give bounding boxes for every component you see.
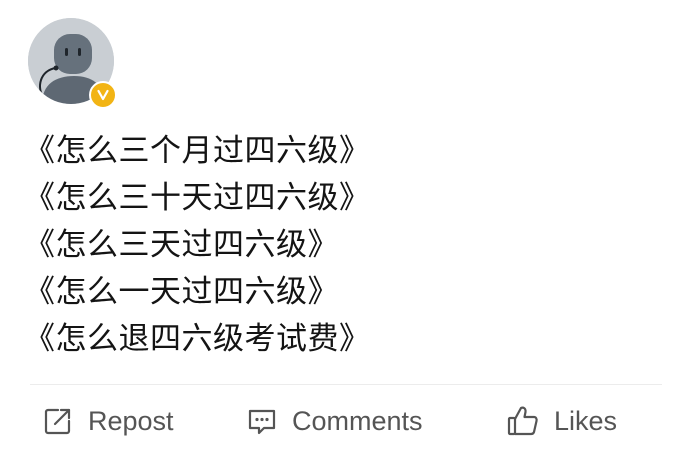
verified-v-icon bbox=[97, 89, 109, 101]
divider bbox=[30, 384, 662, 385]
avatar[interactable] bbox=[28, 18, 117, 109]
likes-label: Likes bbox=[554, 405, 618, 436]
post-line: 《怎么一天过四六级》 bbox=[24, 274, 339, 310]
post-line: 《怎么三个月过四六级》 bbox=[24, 133, 371, 169]
post-card: 《怎么三个月过四六级》 《怎么三十天过四六级》 《怎么三天过四六级》 《怎么一天… bbox=[0, 0, 690, 459]
post-text: 《怎么三个月过四六级》 《怎么三十天过四六级》 《怎么三天过四六级》 《怎么一天… bbox=[24, 128, 644, 363]
verified-badge bbox=[89, 81, 117, 109]
comments-label: Comments bbox=[292, 405, 423, 436]
post-line: 《怎么三天过四六级》 bbox=[24, 227, 339, 263]
comments-button[interactable]: Comments bbox=[246, 392, 423, 450]
comment-icon bbox=[246, 405, 278, 437]
repost-label: Repost bbox=[88, 405, 174, 436]
thumbs-up-icon bbox=[506, 404, 540, 438]
post-line: 《怎么三十天过四六级》 bbox=[24, 180, 371, 216]
repost-button[interactable]: Repost bbox=[42, 392, 174, 450]
post-line: 《怎么退四六级考试费》 bbox=[24, 321, 371, 357]
action-bar: Repost Comments Likes bbox=[0, 392, 690, 450]
repost-icon bbox=[42, 405, 74, 437]
likes-button[interactable]: Likes bbox=[506, 392, 617, 450]
